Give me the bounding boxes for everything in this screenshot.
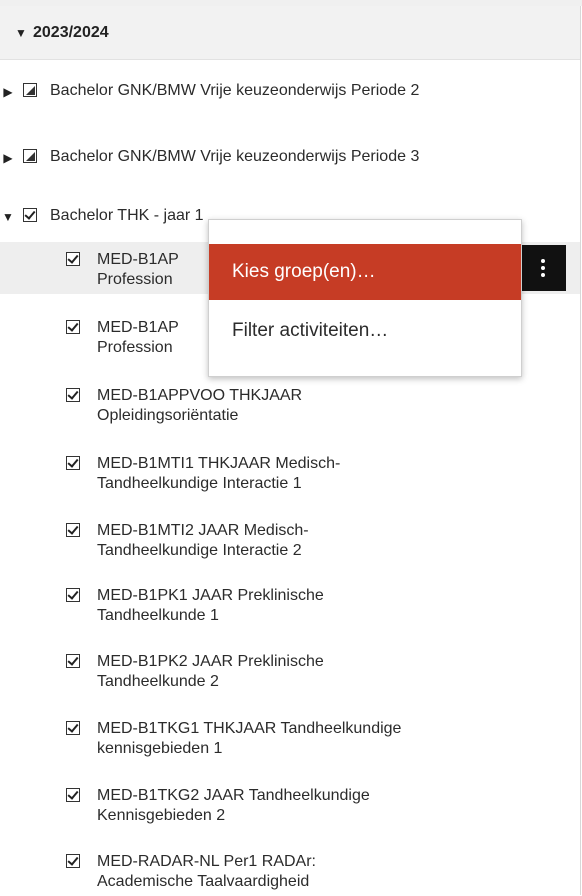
course-label: MED-B1MTI1 THKJAAR Medisch- Tandheelkund… <box>97 455 341 492</box>
checkbox-checked-icon[interactable] <box>66 721 80 735</box>
tree-course-row[interactable]: MED-B1APPVOO THKJAAR Opleidingsoriëntati… <box>0 386 580 430</box>
kebab-menu-icon[interactable] <box>520 245 566 291</box>
checkbox-checked-icon[interactable] <box>66 252 80 266</box>
caret-right-icon[interactable]: ▶ <box>2 85 14 99</box>
course-label: MED-B1APPVOO THKJAAR Opleidingsoriëntati… <box>97 387 303 424</box>
tree-course-row[interactable]: MED-B1PK1 JAAR Preklinische Tandheelkund… <box>0 586 580 630</box>
tree-course-row[interactable]: MED-B1PK2 JAAR Preklinische Tandheelkund… <box>0 652 580 696</box>
course-label: MED-B1TKG1 THKJAAR Tandheelkundige kenni… <box>97 720 402 757</box>
checkbox-checked-icon[interactable] <box>66 320 80 334</box>
checkbox-checked-icon[interactable] <box>66 588 80 602</box>
checkbox-partial-icon[interactable] <box>23 83 37 97</box>
course-label: MED-B1PK2 JAAR Preklinische Tandheelkund… <box>97 653 324 690</box>
tree-group-row[interactable]: ▶ Bachelor GNK/BMW Vrije keuzeonderwijs … <box>0 81 560 121</box>
course-label: MED-B1MTI2 JAAR Medisch- Tandheelkundige… <box>97 522 309 559</box>
checkbox-checked-icon[interactable] <box>66 523 80 537</box>
checkbox-checked-icon[interactable] <box>66 788 80 802</box>
checkbox-checked-icon[interactable] <box>66 456 80 470</box>
checkbox-checked-icon[interactable] <box>23 208 37 222</box>
caret-down-icon[interactable]: ▼ <box>15 26 27 40</box>
tree-course-row[interactable]: MED-B1MTI2 JAAR Medisch- Tandheelkundige… <box>0 521 580 565</box>
year-label: 2023/2024 <box>33 23 109 41</box>
group-label: Bachelor GNK/BMW Vrije keuzeonderwijs Pe… <box>50 82 420 99</box>
tree-course-row[interactable]: MED-RADAR-NL Per1 RADAr: Academische Taa… <box>0 852 580 896</box>
caret-down-icon[interactable]: ▼ <box>2 210 14 224</box>
context-menu: Kies groep(en)… Filter activiteiten… <box>208 219 522 377</box>
tree-group-row[interactable]: ▶ Bachelor GNK/BMW Vrije keuzeonderwijs … <box>0 147 560 187</box>
group-label: Bachelor GNK/BMW Vrije keuzeonderwijs Pe… <box>50 148 420 165</box>
course-tree-panel: ▼ 2023/2024 ▶ Bachelor GNK/BMW Vrije keu… <box>0 0 582 896</box>
checkbox-checked-icon[interactable] <box>66 388 80 402</box>
tree-course-row[interactable]: MED-B1TKG2 JAAR Tandheelkundige Kennisge… <box>0 786 580 830</box>
checkbox-checked-icon[interactable] <box>66 654 80 668</box>
tree-course-row[interactable]: MED-B1MTI1 THKJAAR Medisch- Tandheelkund… <box>0 454 580 498</box>
checkbox-partial-icon[interactable] <box>23 149 37 163</box>
caret-right-icon[interactable]: ▶ <box>2 151 14 165</box>
course-label: MED-RADAR-NL Per1 RADAr: Academische Taa… <box>97 853 316 890</box>
year-header[interactable]: ▼ 2023/2024 <box>0 6 580 60</box>
course-label: MED-B1TKG2 JAAR Tandheelkundige Kennisge… <box>97 787 370 824</box>
checkbox-checked-icon[interactable] <box>66 854 80 868</box>
tree-course-row[interactable]: MED-B1TKG1 THKJAAR Tandheelkundige kenni… <box>0 719 580 763</box>
course-label: MED-B1PK1 JAAR Preklinische Tandheelkund… <box>97 587 324 624</box>
filter-activities-menu-item[interactable]: Filter activiteiten… <box>209 306 521 356</box>
choose-groups-menu-item[interactable]: Kies groep(en)… <box>209 244 521 300</box>
